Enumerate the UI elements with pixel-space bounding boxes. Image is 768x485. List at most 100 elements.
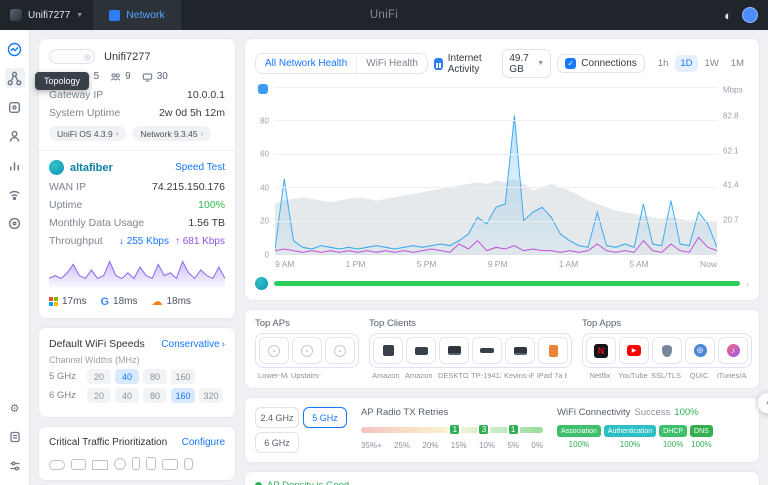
app-label: YouTube	[618, 371, 648, 380]
unifi-os-badge[interactable]: UniFi OS 4.3.9›	[49, 126, 126, 141]
gateway-name: Unifi7277	[104, 51, 150, 63]
critical-traffic-title: Critical Traffic Prioritization	[49, 437, 167, 448]
width-chip[interactable]: 40	[115, 388, 139, 403]
gear-icon: ⚙	[10, 402, 20, 415]
app-tile[interactable]: N	[586, 337, 616, 364]
sidebar-item-security[interactable]	[5, 213, 25, 233]
network-version-badge[interactable]: Network 9.3.45›	[132, 126, 211, 141]
configure-link[interactable]: Configure	[182, 437, 225, 448]
tx-retries-scale-bar[interactable]: 1 3 1	[361, 427, 543, 433]
width-chip[interactable]: 160	[171, 369, 195, 384]
activity-value-dropdown[interactable]: 49.7 GB ▼	[502, 49, 551, 78]
client-tile[interactable]	[505, 337, 535, 364]
band-5ghz[interactable]: 5 GHz	[303, 407, 347, 428]
app-tile[interactable]: ▶	[619, 337, 649, 364]
log-icon	[8, 430, 22, 444]
client-label: iPad 7a 8e	[537, 371, 567, 380]
dhcp-badge[interactable]: DHCP	[659, 425, 687, 437]
client-tile[interactable]	[439, 337, 469, 364]
amazon-device-icon	[415, 347, 428, 355]
width-chip[interactable]: 20	[87, 369, 111, 384]
tab-wifi-health[interactable]: WiFi Health	[356, 54, 427, 73]
isp-uptime-bar[interactable]	[274, 281, 740, 286]
radio-stats-card: 2.4 GHz 5 GHz 6 GHz AP Radio TX Retries …	[244, 397, 760, 463]
ap-icon	[301, 345, 313, 357]
tx-badge[interactable]: 1	[448, 423, 461, 436]
width-chip[interactable]: 80	[143, 369, 167, 384]
app-tile[interactable]	[652, 337, 682, 364]
isp-uptime-bar-row: ›	[255, 277, 749, 290]
association-badge[interactable]: Association	[557, 425, 601, 437]
activity-chart-icon	[434, 58, 443, 70]
tab-all-network-health[interactable]: All Network Health	[256, 54, 356, 73]
gateway-ip-label: Gateway IP	[49, 89, 103, 101]
wired-clients-icon	[110, 72, 121, 82]
stats-icon	[7, 158, 22, 173]
app-tile[interactable]: ⊕	[685, 337, 715, 364]
tv-device-icon[interactable]	[162, 459, 178, 470]
width-chip[interactable]: 80	[143, 388, 167, 403]
gateway-device-image	[49, 49, 95, 64]
laptop-device-icon[interactable]	[92, 460, 108, 470]
sidebar-item-clients[interactable]	[5, 126, 25, 146]
x-axis-labels: 9 AM1 PM5 PM9 PM1 AM5 AMNow	[275, 259, 717, 269]
sidebar-item-stats[interactable]	[5, 155, 25, 175]
tablet-device-icon[interactable]	[146, 457, 156, 470]
user-avatar[interactable]	[742, 7, 758, 23]
tab-network[interactable]: Network	[93, 0, 181, 30]
top-apps-title: Top Apps	[582, 318, 752, 329]
range-1w[interactable]: 1W	[700, 55, 724, 72]
app-tile[interactable]: ♪	[718, 337, 748, 364]
internet-activity-selector[interactable]: Internet Activity 49.7 GB ▼	[434, 49, 551, 78]
chevron-right-icon: ›	[116, 129, 119, 138]
topology-tooltip: Topology	[35, 72, 89, 90]
sidebar-item-radios[interactable]	[5, 184, 25, 204]
range-1d[interactable]: 1D	[675, 55, 697, 72]
width-chip-selected[interactable]: 160	[171, 388, 195, 403]
client-tile[interactable]	[406, 337, 436, 364]
ap-tile[interactable]	[259, 337, 289, 364]
tx-badge[interactable]: 1	[507, 423, 520, 436]
system-uptime-value: 2w 0d 5h 12m	[159, 107, 225, 119]
desktop-device-icon[interactable]	[71, 459, 86, 470]
authentication-badge[interactable]: Authentication	[604, 425, 656, 437]
page-title: UniFi	[370, 9, 398, 21]
wireless-clients-count: 30	[157, 71, 168, 82]
tx-badge[interactable]: 3	[477, 423, 490, 436]
client-tile[interactable]	[472, 337, 502, 364]
width-chip[interactable]: 20	[87, 388, 111, 403]
theme-toggle-icon[interactable]: ◐	[724, 8, 732, 23]
connections-toggle[interactable]: ✓ Connections	[557, 54, 645, 73]
activity-axis-icon	[258, 84, 268, 94]
band-2-4ghz[interactable]: 2.4 GHz	[255, 407, 299, 428]
internet-activity-chart[interactable]	[275, 87, 717, 255]
monthly-usage-value: 1.56 TB	[188, 217, 225, 229]
client-tile[interactable]	[538, 337, 568, 364]
width-chip[interactable]: 320	[199, 388, 223, 403]
sidebar-item-devices[interactable]	[5, 97, 25, 117]
site-switcher[interactable]: Unifi7277 ▼	[10, 9, 83, 21]
phone-device-icon[interactable]	[132, 457, 140, 470]
wifi-speeds-mode-link[interactable]: Conservative›	[161, 339, 225, 350]
channel-widths-subtitle: Channel Widths (MHz)	[49, 355, 225, 365]
width-chip-selected[interactable]: 40	[115, 369, 139, 384]
sidebar-item-dashboard[interactable]	[5, 39, 25, 59]
latency-cloudflare: ☁18ms	[151, 295, 190, 308]
speaker-device-icon[interactable]	[184, 458, 193, 470]
range-1m[interactable]: 1M	[726, 55, 749, 72]
console-device-icon[interactable]	[49, 460, 65, 470]
sidebar-item-admin[interactable]	[5, 456, 25, 476]
speed-test-link[interactable]: Speed Test	[175, 162, 225, 173]
ap-tile[interactable]	[325, 337, 355, 364]
sidebar-item-settings[interactable]: ⚙	[5, 398, 25, 418]
camera-device-icon[interactable]	[114, 458, 126, 470]
range-1h[interactable]: 1h	[653, 55, 674, 72]
topology-icon	[7, 71, 22, 86]
dns-badge[interactable]: DNS	[690, 425, 713, 437]
band-6ghz[interactable]: 6 GHz	[255, 432, 299, 453]
ap-tile[interactable]	[292, 337, 322, 364]
checkbox-checked-icon: ✓	[565, 58, 576, 69]
sidebar-item-topology[interactable]	[5, 68, 25, 88]
client-tile[interactable]	[373, 337, 403, 364]
sidebar-item-logs[interactable]	[5, 427, 25, 447]
